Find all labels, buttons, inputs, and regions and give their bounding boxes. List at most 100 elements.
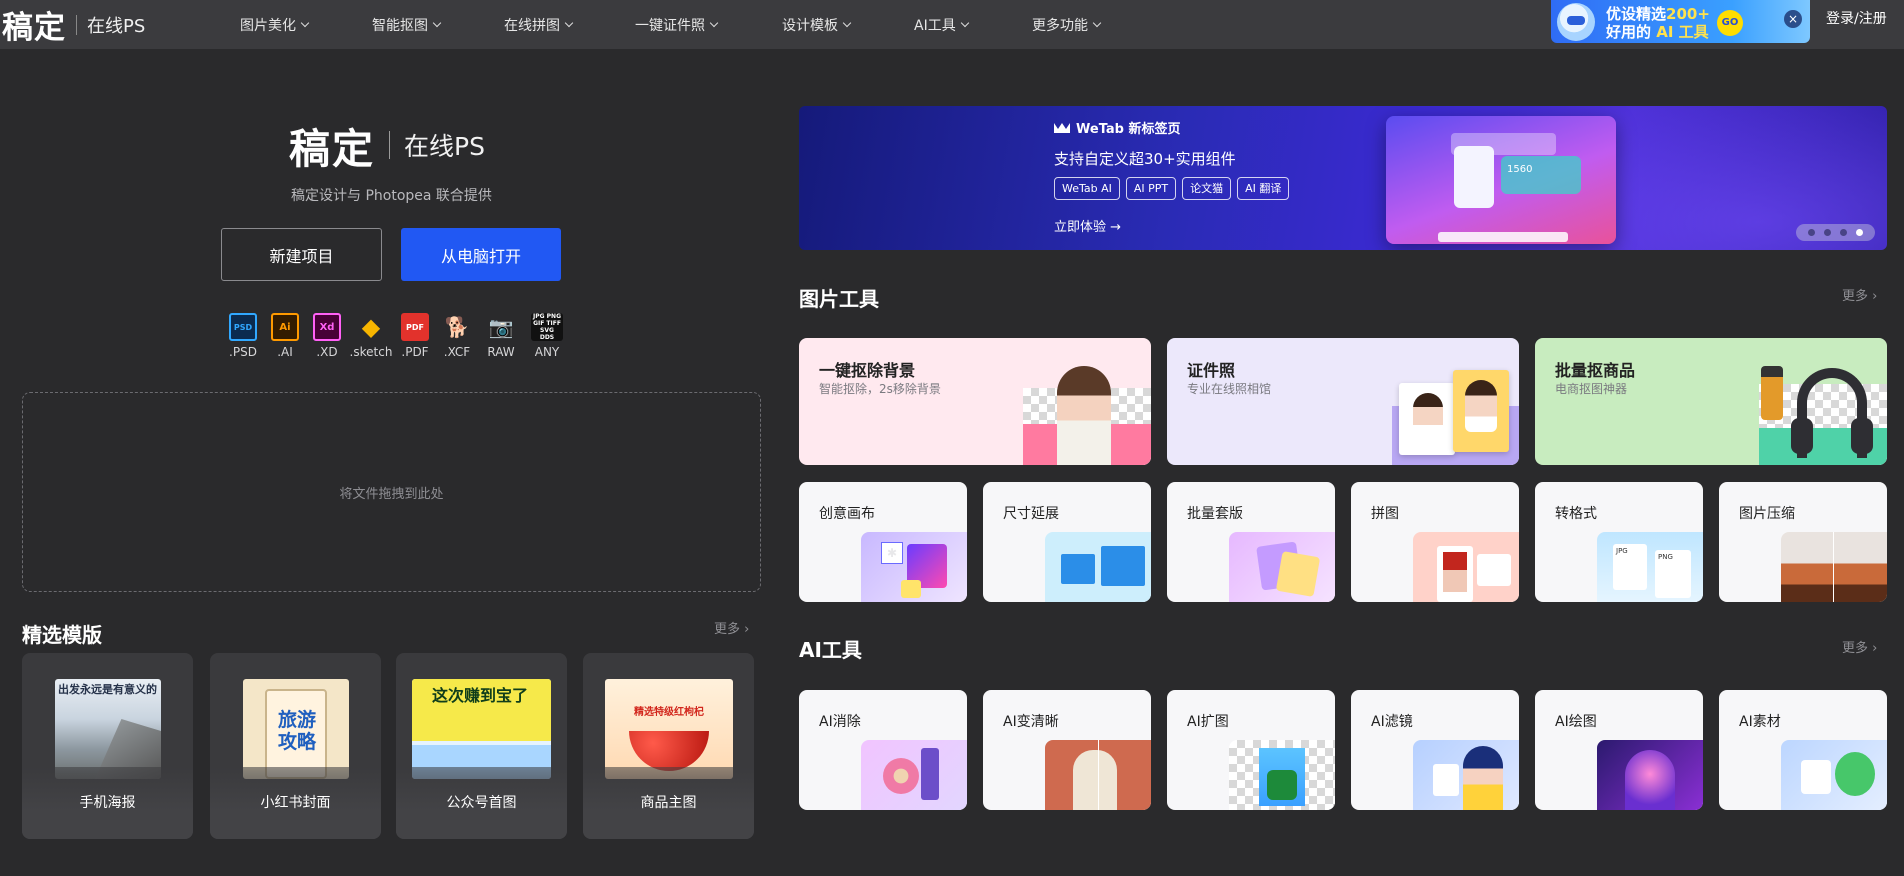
close-icon[interactable]: × — [1784, 10, 1802, 28]
tool-card-batch-product-cutout[interactable]: 批量抠商品 电商抠图神器 — [1535, 338, 1887, 465]
ai-tools-more-link[interactable]: 更多 › — [1842, 637, 1877, 656]
nav-label: AI工具 — [914, 17, 956, 34]
person-face — [1465, 380, 1497, 432]
camera-icon: 📷 — [488, 315, 514, 339]
template-card-xiaohongshu-cover[interactable]: 旅游攻略 小红书封面 — [210, 653, 381, 839]
banner-try-now-link[interactable]: 立即体验 → — [1054, 216, 1121, 235]
template-thumbnail: 精选特级红枸杞 — [605, 679, 733, 779]
nav-item-online-collage[interactable]: 在线拼图 — [504, 0, 635, 49]
template-label: 商品主图 — [640, 795, 697, 811]
tool-title: 一键抠除背景 — [819, 361, 916, 380]
hero-logo: 稿定 在线PS — [289, 115, 485, 175]
open-from-computer-button[interactable]: 从电脑打开 — [401, 228, 561, 281]
tool-title: AI消除 — [819, 714, 861, 730]
promo-go-button[interactable]: GO — [1717, 10, 1743, 36]
carousel-dot[interactable] — [1824, 229, 1832, 236]
psd-icon: PSD — [229, 313, 257, 341]
brand-logo[interactable]: 稿定 — [2, 2, 66, 47]
promo-banner[interactable]: 优设精选200+ 好用的 AI 工具 GO × — [1551, 0, 1810, 43]
ai-filter-art — [1413, 740, 1519, 810]
screen-widget-number: 1560 — [1501, 156, 1581, 194]
brand-subtitle: 在线PS — [87, 15, 146, 37]
dog-shape — [1073, 750, 1117, 810]
nav-item-image-beautify[interactable]: 图片美化 — [240, 0, 372, 49]
format-label: ANY — [534, 345, 560, 359]
art-shape — [1101, 546, 1145, 586]
screen-widget — [1454, 146, 1494, 208]
template-card-wechat-header[interactable]: 这次赚到宝了 公众号首图 — [396, 653, 567, 839]
tool-title: 拼图 — [1371, 506, 1399, 522]
templates-more-link[interactable]: 更多 › — [714, 618, 749, 637]
headphone-cup — [1851, 418, 1873, 454]
tool-card-collage[interactable]: 拼图 — [1351, 482, 1519, 602]
art-shape — [1267, 770, 1297, 800]
compare-divider — [1833, 532, 1834, 602]
nav-label: 一键证件照 — [635, 17, 705, 34]
file-drop-zone[interactable]: 将文件拖拽到此处 — [22, 392, 761, 592]
carousel-dot-active[interactable] — [1855, 229, 1863, 236]
login-register-link[interactable]: 登录/注册 — [1826, 0, 1887, 39]
ai-tool-card-filter[interactable]: AI滤镜 — [1351, 690, 1519, 810]
thumb-text: 这次赚到宝了 — [431, 686, 528, 705]
hero-description: 稿定设计与 Photopea 联合提供 — [291, 188, 492, 204]
serum-bottle — [1761, 366, 1783, 420]
tool-card-size-extend[interactable]: 尺寸延展 — [983, 482, 1151, 602]
tool-card-image-compress[interactable]: 图片压缩 — [1719, 482, 1887, 602]
new-project-button[interactable]: 新建项目 — [221, 228, 382, 281]
tool-card-format-convert[interactable]: 转格式 JPG PNG — [1535, 482, 1703, 602]
ai-tool-card-sharpen[interactable]: AI变清晰 — [983, 690, 1151, 810]
banner-tag: 论文猫 — [1182, 177, 1232, 200]
wetab-brand: WeTab 新标签页 — [1054, 118, 1181, 137]
frog-character — [1835, 752, 1875, 796]
template-thumbnail: 这次赚到宝了 — [412, 679, 551, 779]
tool-title: AI扩图 — [1187, 714, 1229, 730]
ai-tool-card-expand[interactable]: AI扩图 — [1167, 690, 1335, 810]
nav-item-more-features[interactable]: 更多功能 — [1032, 0, 1142, 49]
ai-tool-card-assets[interactable]: AI素材 — [1719, 690, 1887, 810]
art-shape — [1801, 760, 1831, 794]
image-tools-more-link[interactable]: 更多 › — [1842, 285, 1877, 304]
nav-item-design-templates[interactable]: 设计模板 — [782, 0, 914, 49]
template-card-phone-poster[interactable]: 出发永远是有意义的 手机海报 — [22, 653, 193, 839]
screen-dock — [1438, 232, 1568, 242]
art-shape — [1433, 764, 1459, 796]
banner-headline: 支持自定义超30+实用组件 — [1054, 150, 1236, 168]
ai-tools-section-title: AI工具 — [799, 638, 862, 662]
template-card-product-main[interactable]: 精选特级红枸杞 商品主图 — [583, 653, 754, 839]
hero-logo-text: 稿定 — [289, 125, 375, 173]
tool-card-id-photo[interactable]: 证件照 专业在线照相馆 — [1167, 338, 1519, 465]
carousel-dot[interactable] — [1808, 229, 1816, 236]
hero-logo-divider — [389, 131, 390, 159]
wetab-ad-banner[interactable]: WeTab 新标签页 支持自定义超30+实用组件 WeTab AI AI PPT… — [799, 106, 1887, 250]
ai-erase-art — [861, 740, 967, 810]
nav-item-smart-cutout[interactable]: 智能抠图 — [372, 0, 504, 49]
smile-sticker — [901, 580, 921, 598]
format-any: JPG PNG GIF TIFF SVG DDS ANY — [524, 313, 570, 359]
thumb-text: 旅游攻略 — [277, 709, 316, 753]
supported-formats: PSD .PSD Ai .AI Xd .XD ◆ .sketch PDF .PD… — [222, 313, 570, 359]
tool-card-creative-canvas[interactable]: 创意画布 ✱ — [799, 482, 967, 602]
nav-label: 图片美化 — [240, 17, 296, 34]
templates-section-title: 精选模版 — [22, 623, 102, 647]
format-raw: 📷 RAW — [478, 313, 524, 359]
format-label: .PDF — [401, 345, 429, 359]
tool-card-remove-background[interactable]: 一键抠除背景 智能抠除，2s移除背景 — [799, 338, 1151, 465]
ai-tool-card-draw[interactable]: AI绘图 — [1535, 690, 1703, 810]
tool-title: 转格式 — [1555, 506, 1597, 522]
headphone-cup — [1791, 418, 1813, 454]
carousel-dot[interactable] — [1839, 229, 1847, 236]
ai-file-icon: Ai — [271, 313, 299, 341]
tool-card-batch-template[interactable]: 批量套版 — [1167, 482, 1335, 602]
nav-item-ai-tools[interactable]: AI工具 — [914, 0, 1032, 49]
batch-template-art — [1229, 532, 1335, 602]
format-xcf: 🐕 .XCF — [436, 313, 478, 359]
nav-item-id-photo[interactable]: 一键证件照 — [635, 0, 782, 49]
ai-assets-art — [1781, 740, 1887, 810]
chevron-down-icon — [300, 18, 310, 28]
ai-tool-card-erase[interactable]: AI消除 — [799, 690, 967, 810]
brand[interactable]: 稿定 在线PS — [0, 0, 145, 49]
tool-title: AI素材 — [1739, 714, 1781, 730]
format-ai: Ai .AI — [264, 313, 306, 359]
format-pdf: PDF .PDF — [394, 313, 436, 359]
format-label: RAW — [487, 345, 515, 359]
